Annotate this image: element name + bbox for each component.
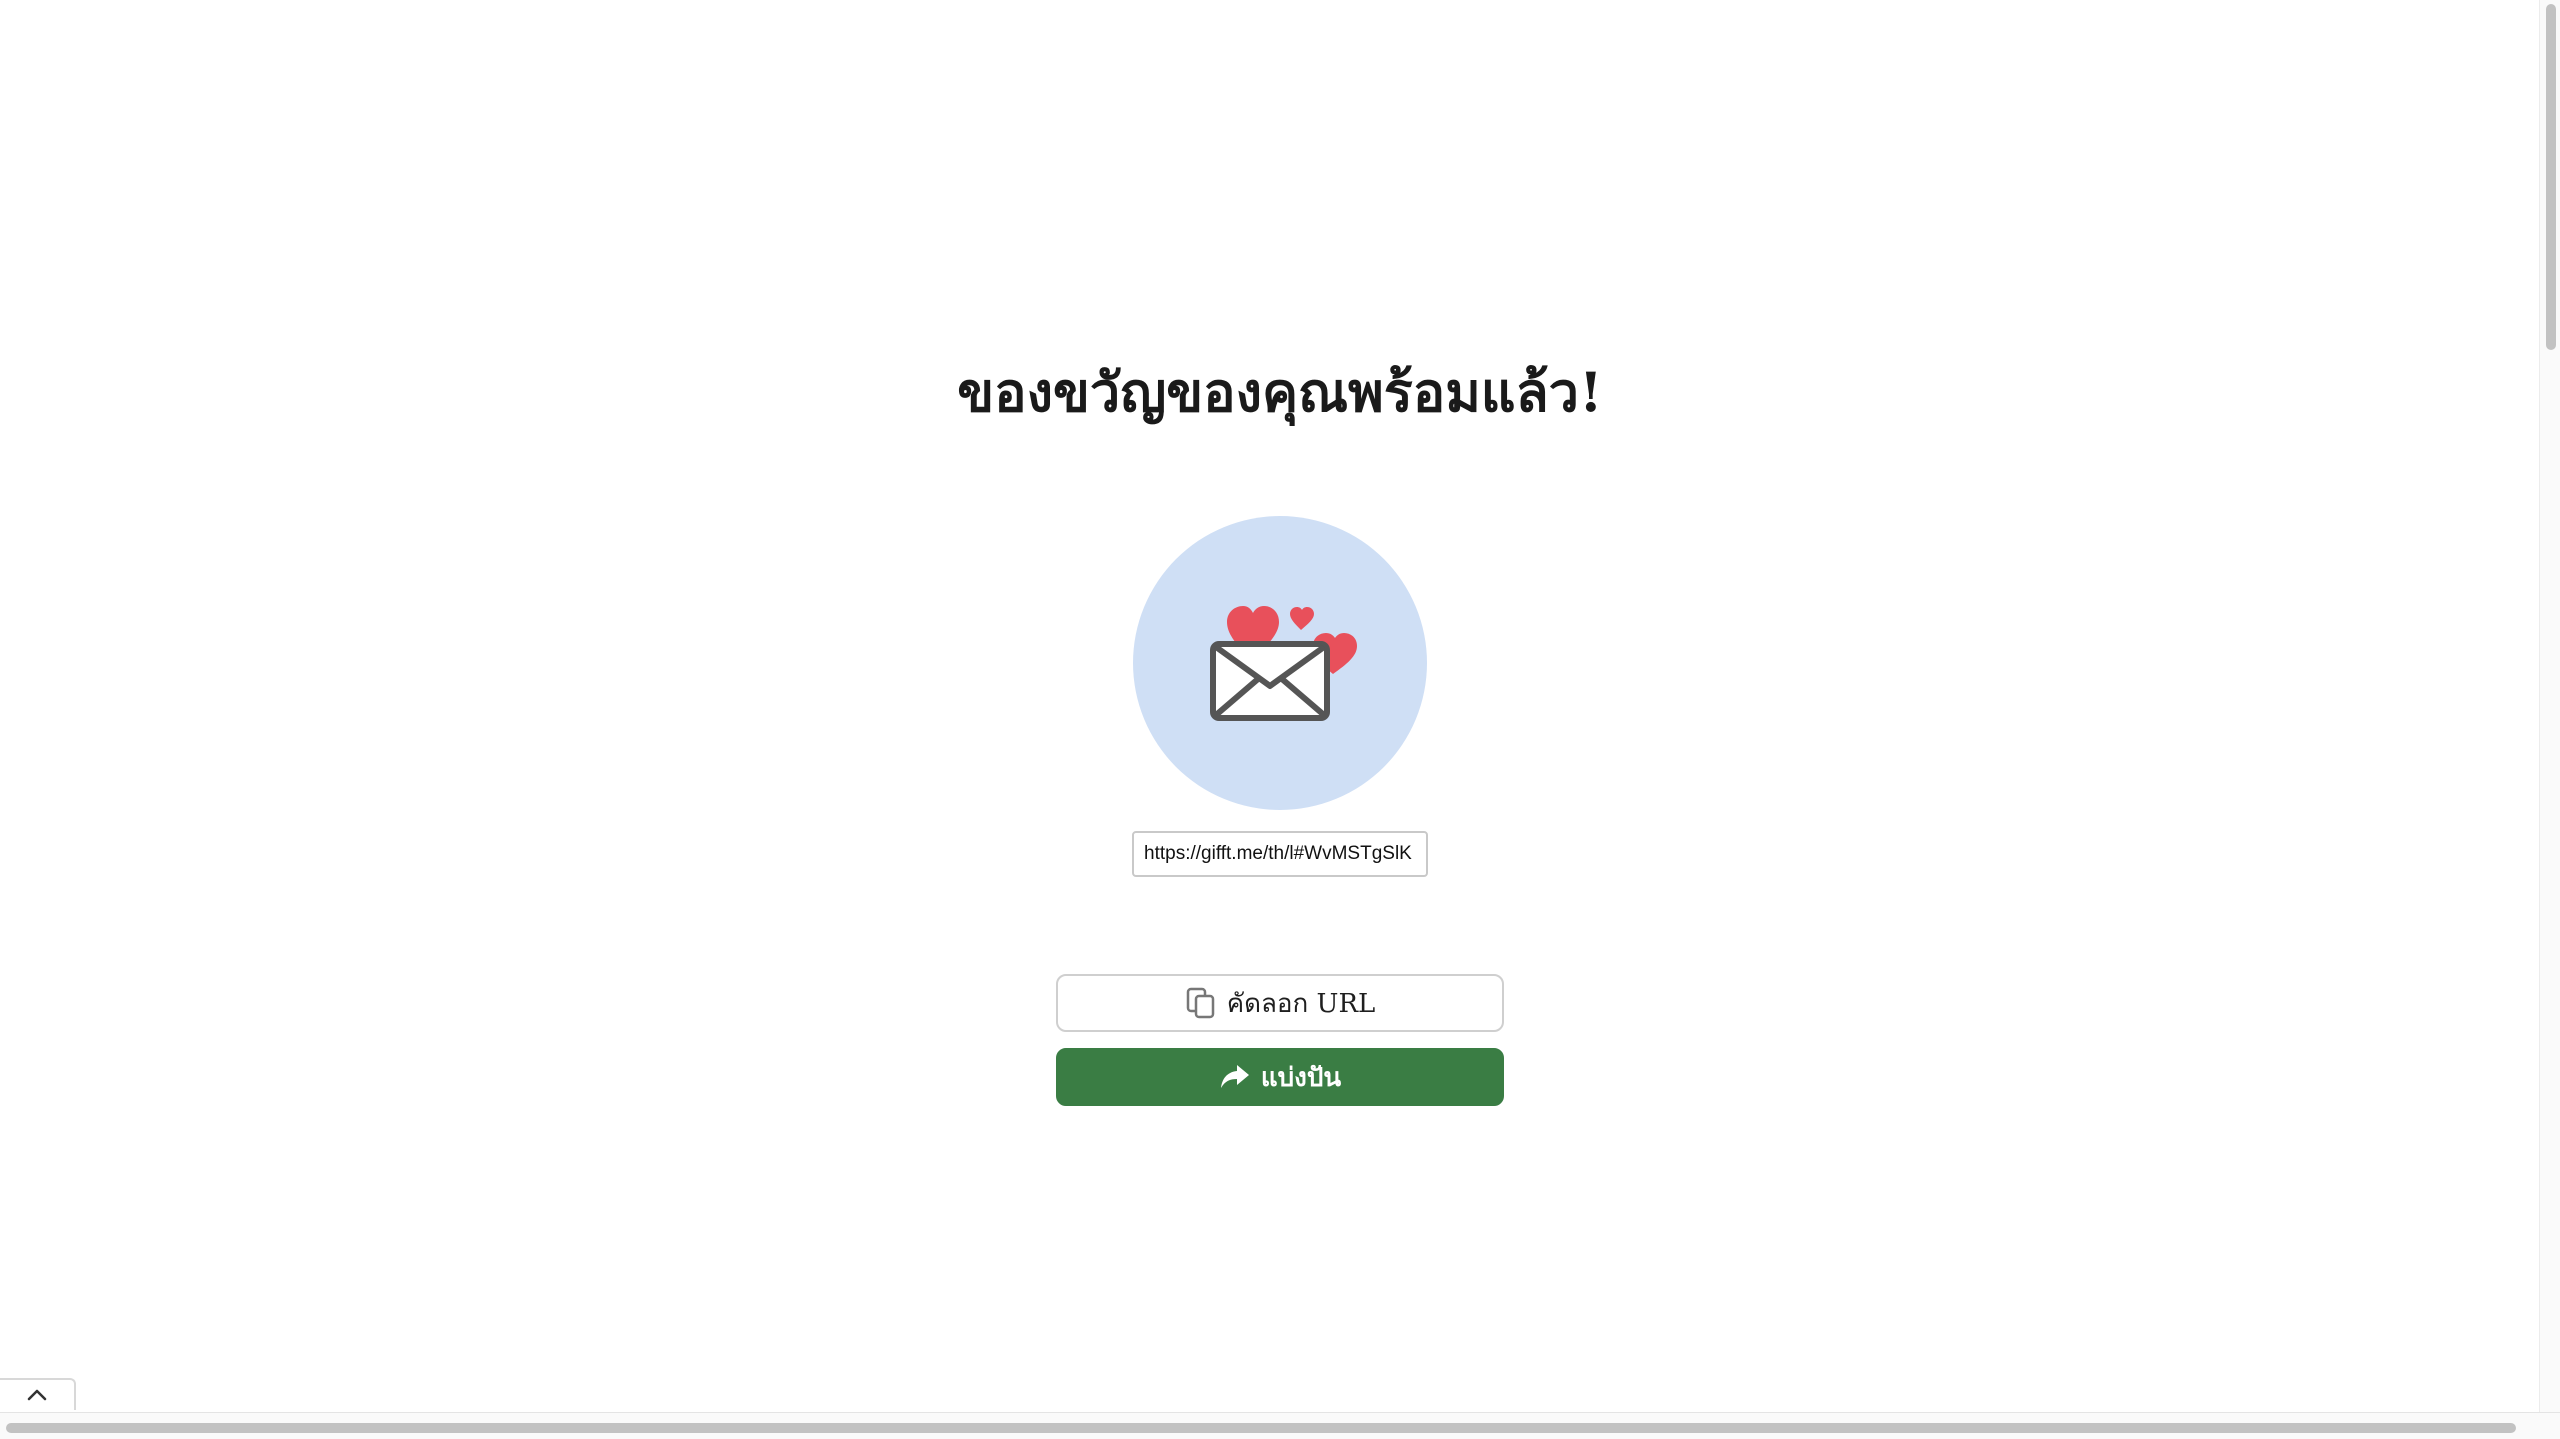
gift-illustration	[1133, 516, 1427, 810]
chevron-up-icon	[27, 1389, 47, 1401]
share-label: แบ่งปัน	[1260, 1062, 1342, 1093]
heart-icon-small	[1290, 607, 1314, 630]
main-content: ของขวัญของคุณพร้อมแล้ว! https://gifft.me…	[0, 0, 2540, 1408]
page-title: ของขวัญของคุณพร้อมแล้ว!	[957, 360, 1603, 424]
copy-url-button[interactable]: คัดลอก URL	[1056, 974, 1504, 1032]
copy-icon	[1185, 987, 1217, 1019]
horizontal-scrollbar[interactable]	[0, 1412, 2560, 1439]
horizontal-scrollbar-thumb[interactable]	[6, 1423, 2516, 1433]
share-button[interactable]: แบ่งปัน	[1056, 1048, 1504, 1106]
share-arrow-icon	[1219, 1061, 1251, 1093]
copy-url-label: คัดลอก URL	[1226, 988, 1376, 1019]
vertical-scrollbar-thumb[interactable]	[2546, 4, 2556, 350]
page: ของขวัญของคุณพร้อมแล้ว! https://gifft.me…	[0, 0, 2560, 1439]
envelope-with-hearts-icon	[1210, 606, 1357, 721]
vertical-scrollbar[interactable]	[2539, 0, 2560, 1412]
gift-url-field[interactable]	[1132, 831, 1428, 877]
scroll-to-top-button[interactable]	[0, 1378, 76, 1410]
